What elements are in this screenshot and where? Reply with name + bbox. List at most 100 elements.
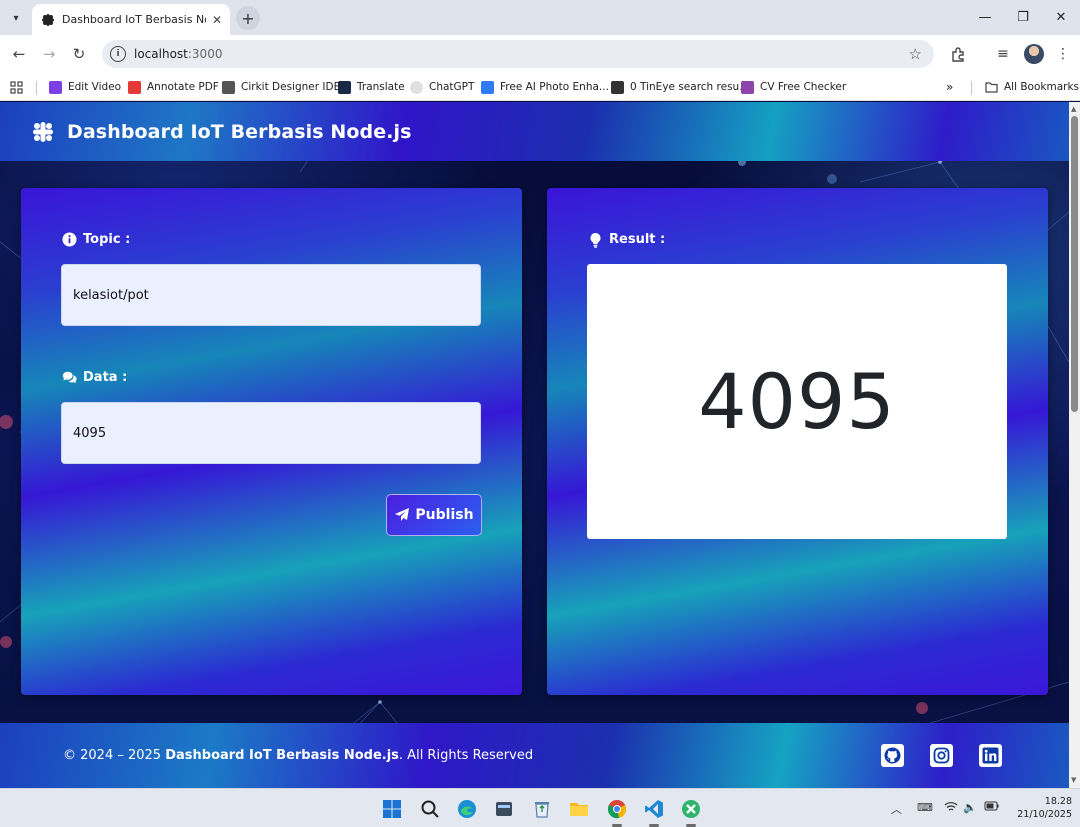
battery-icon[interactable] bbox=[984, 801, 1000, 814]
edge-icon[interactable] bbox=[455, 797, 479, 821]
tab-search-chevron-icon[interactable]: ▾ bbox=[6, 8, 26, 28]
topic-input[interactable] bbox=[61, 264, 481, 326]
scrollbar-thumb[interactable] bbox=[1071, 116, 1078, 412]
copyright-suffix: . All Rights Reserved bbox=[398, 748, 534, 763]
chatgpt-icon bbox=[410, 80, 423, 94]
site-info-icon[interactable]: i bbox=[110, 46, 126, 62]
forward-icon[interactable]: → bbox=[38, 43, 60, 65]
reload-icon[interactable]: ↻ bbox=[68, 43, 90, 65]
browser-tab[interactable]: Dashboard IoT Berbasis Node.js ✕ bbox=[32, 4, 230, 35]
extensions-icon[interactable] bbox=[948, 44, 968, 64]
page-title: Dashboard IoT Berbasis Node.js bbox=[67, 120, 412, 143]
browser-menu-icon[interactable]: ⋮ bbox=[1053, 44, 1073, 64]
profile-avatar[interactable] bbox=[1024, 44, 1044, 64]
url-port: :3000 bbox=[187, 47, 223, 61]
file-manager-icon[interactable] bbox=[492, 797, 516, 821]
all-bookmarks-button[interactable]: All Bookmarks bbox=[985, 78, 1079, 96]
page-header: Dashboard IoT Berbasis Node.js bbox=[0, 102, 1069, 161]
copyright-text: © 2024 – 2025 Dashboard IoT Berbasis Nod… bbox=[63, 748, 533, 763]
result-display: 4095 bbox=[587, 264, 1007, 539]
xampp-icon[interactable] bbox=[679, 797, 703, 827]
info-circle-icon bbox=[62, 232, 77, 247]
bookmark-label: Translate bbox=[357, 81, 405, 93]
instagram-icon[interactable] bbox=[930, 744, 953, 767]
tab-title: Dashboard IoT Berbasis Node.js bbox=[62, 13, 206, 26]
tineye-icon bbox=[611, 80, 624, 94]
comments-icon bbox=[62, 370, 77, 385]
cv-checker-icon bbox=[741, 80, 754, 94]
bookmark-cirkit-designer[interactable]: Cirkit Designer IDE bbox=[222, 78, 340, 96]
result-value: 4095 bbox=[698, 357, 896, 446]
bookmark-label: CV Free Checker bbox=[760, 81, 847, 93]
restore-icon[interactable]: ❐ bbox=[1004, 0, 1042, 35]
bookmark-label: ChatGPT bbox=[429, 81, 475, 93]
data-input[interactable] bbox=[61, 402, 481, 464]
bookmark-chatgpt[interactable]: ChatGPT bbox=[410, 78, 474, 96]
keyboard-icon[interactable]: ⌨ bbox=[917, 801, 933, 814]
folder-icon[interactable] bbox=[567, 797, 591, 821]
bookmark-label: Cirkit Designer IDE bbox=[241, 81, 341, 93]
page-scrollbar[interactable]: ▲ ▼ bbox=[1069, 102, 1080, 788]
slack-logo-icon bbox=[33, 121, 53, 142]
vscode-icon[interactable] bbox=[642, 797, 666, 827]
publish-button[interactable]: Publish bbox=[386, 494, 482, 536]
new-tab-button[interactable]: + bbox=[236, 6, 260, 30]
bookmark-label: Free AI Photo Enha... bbox=[500, 81, 609, 93]
lightbulb-icon bbox=[588, 232, 603, 248]
translate-icon bbox=[338, 80, 351, 94]
tray-overflow-chevron-icon[interactable]: ︿ bbox=[891, 801, 902, 817]
topic-label: Topic : bbox=[62, 232, 130, 247]
close-window-icon[interactable]: ✕ bbox=[1042, 0, 1080, 35]
volume-icon[interactable]: 🔈 bbox=[963, 801, 977, 814]
scroll-down-icon[interactable]: ▼ bbox=[1071, 776, 1076, 784]
address-bar[interactable]: i localhost:3000 ☆ bbox=[102, 40, 934, 68]
bookmark-tineye[interactable]: 0 TinEye search resu... bbox=[611, 78, 749, 96]
browser-tabbar: ▾ Dashboard IoT Berbasis Node.js ✕ + — ❐… bbox=[0, 0, 1080, 35]
bookmark-cv-checker[interactable]: CV Free Checker bbox=[741, 78, 846, 96]
wifi-icon[interactable] bbox=[944, 801, 958, 815]
bookmark-translate[interactable]: Translate bbox=[338, 78, 405, 96]
bookmarks-divider bbox=[36, 81, 37, 95]
recycle-icon[interactable] bbox=[530, 797, 554, 821]
result-label-text: Result : bbox=[609, 232, 666, 247]
minimize-icon[interactable]: — bbox=[966, 0, 1004, 35]
bookmarks-bar: Edit Video Annotate PDF Cirkit Designer … bbox=[0, 73, 1080, 101]
github-icon[interactable] bbox=[881, 744, 904, 767]
apps-grid-icon[interactable] bbox=[10, 78, 23, 96]
clock-time: 18.28 bbox=[1044, 796, 1072, 807]
folder-icon bbox=[985, 81, 998, 94]
all-bookmarks-label: All Bookmarks bbox=[1004, 81, 1080, 93]
bookmark-star-icon[interactable]: ☆ bbox=[909, 45, 922, 63]
result-label: Result : bbox=[588, 232, 666, 248]
photo-enhancer-icon bbox=[481, 80, 494, 94]
more-bookmarks-button[interactable]: » bbox=[946, 78, 953, 96]
topic-label-text: Topic : bbox=[83, 232, 131, 247]
chrome-icon[interactable] bbox=[605, 797, 629, 827]
linkedin-icon[interactable] bbox=[979, 744, 1002, 767]
search-icon[interactable] bbox=[418, 797, 442, 821]
system-clock[interactable]: 18.28 21/10/2025 bbox=[1010, 795, 1072, 821]
bookmark-photo-enhancer[interactable]: Free AI Photo Enha... bbox=[481, 78, 609, 96]
back-icon[interactable]: ← bbox=[8, 43, 30, 65]
windows-start-icon[interactable] bbox=[380, 797, 404, 821]
copyright-prefix: © 2024 – 2025 bbox=[63, 748, 166, 763]
page-footer: © 2024 – 2025 Dashboard IoT Berbasis Nod… bbox=[0, 723, 1069, 788]
tab-close-icon[interactable]: ✕ bbox=[212, 13, 222, 27]
publish-button-label: Publish bbox=[415, 507, 474, 523]
clock-date: 21/10/2025 bbox=[1017, 809, 1072, 820]
copyright-brand: Dashboard IoT Berbasis Node.js bbox=[165, 748, 399, 763]
publish-card: Topic : Data : Publish bbox=[21, 188, 522, 695]
pdf24-icon bbox=[128, 80, 141, 94]
bookmark-label: Edit Video bbox=[68, 81, 122, 93]
bookmark-annotate-pdf[interactable]: Annotate PDF bbox=[128, 78, 219, 96]
paper-plane-icon bbox=[395, 508, 410, 521]
windows-taskbar: ︿ ⌨ 🔈 18.28 21/10/2025 bbox=[0, 788, 1080, 827]
data-label-text: Data : bbox=[83, 370, 128, 385]
bookmark-label: 0 TinEye search resu... bbox=[630, 81, 750, 93]
media-control-icon[interactable]: ≡ bbox=[993, 44, 1013, 64]
data-label: Data : bbox=[62, 370, 127, 385]
bookmarks-divider bbox=[971, 81, 972, 95]
url-host: localhost bbox=[134, 47, 188, 61]
bookmark-edit-video[interactable]: Edit Video bbox=[49, 78, 121, 96]
scroll-up-icon[interactable]: ▲ bbox=[1071, 105, 1076, 113]
